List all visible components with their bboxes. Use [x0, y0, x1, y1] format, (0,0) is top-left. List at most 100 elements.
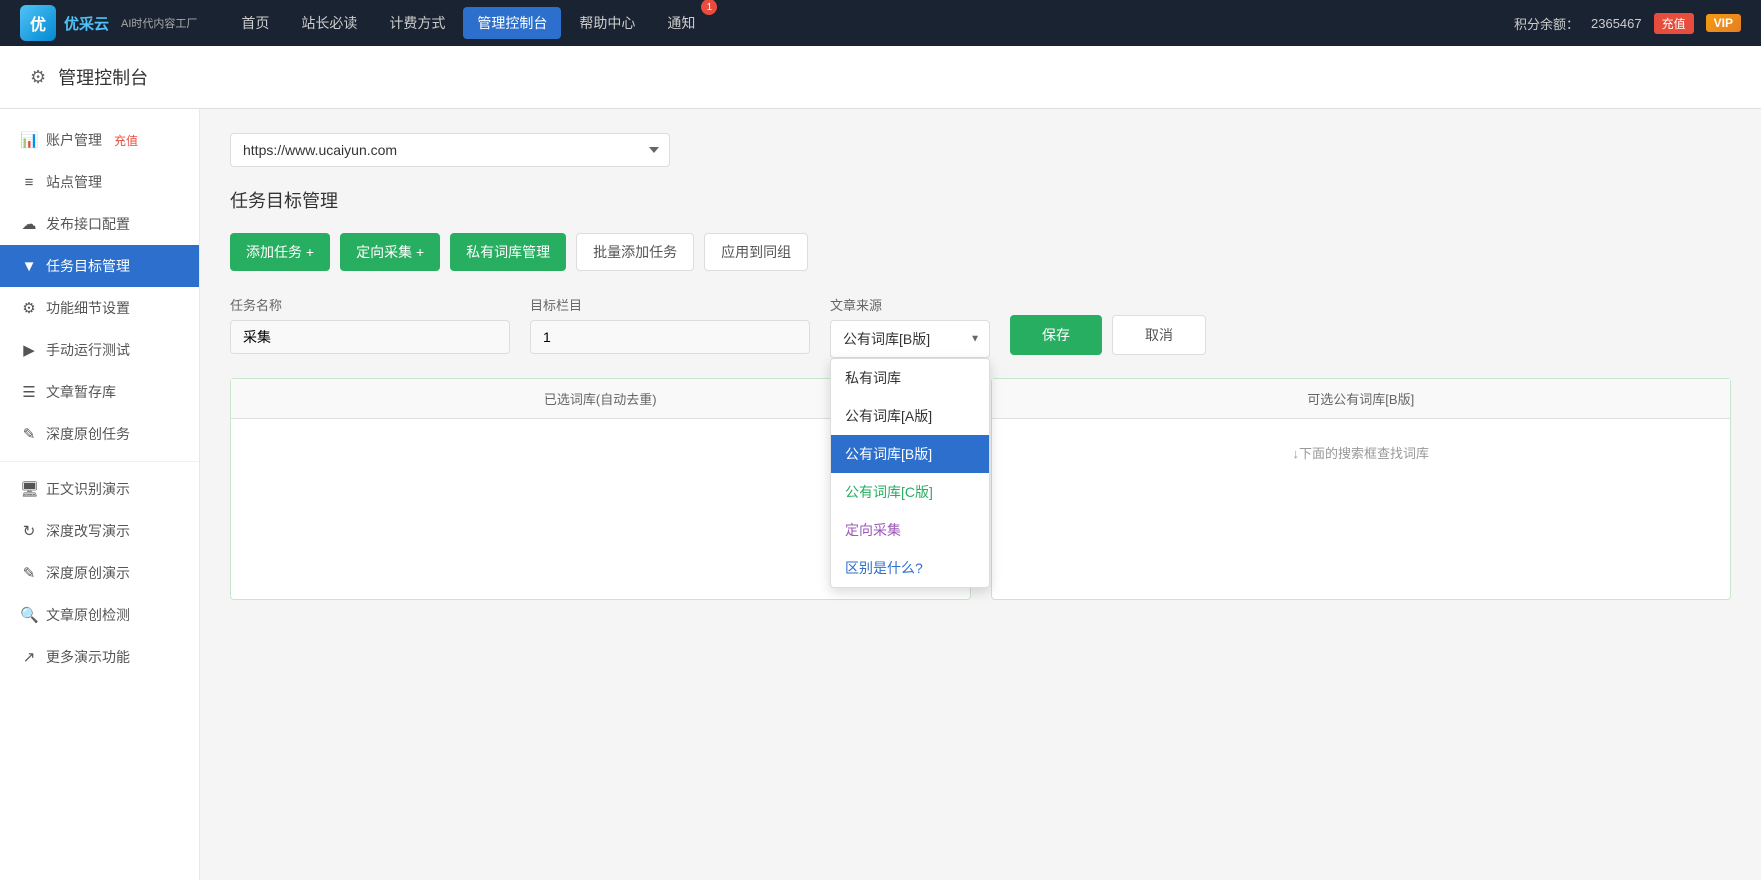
- source-option-private[interactable]: 私有词库: [831, 359, 989, 397]
- sidebar-label-publish: 发布接口配置: [46, 214, 130, 234]
- task-name-group: 任务名称: [230, 295, 510, 354]
- task-name-input[interactable]: [230, 320, 510, 354]
- arrow-icon: ↗: [20, 648, 38, 666]
- sidebar-label-check: 文章原创检测: [46, 605, 130, 625]
- section-title: 任务目标管理: [230, 187, 1731, 213]
- sidebar-label-more: 更多演示功能: [46, 647, 130, 667]
- sidebar-item-ocr[interactable]: 🖥 正文识别演示: [0, 468, 199, 510]
- sidebar-label-rewrite: 深度改写演示: [46, 521, 130, 541]
- source-select-value: 公有词库[B版]: [843, 331, 930, 347]
- nav-control[interactable]: 管理控制台: [463, 7, 561, 39]
- edit-icon: ✎: [20, 425, 38, 443]
- sidebar-item-drafts[interactable]: ☰ 文章暂存库: [0, 371, 199, 413]
- chart-icon: 📊: [20, 131, 38, 149]
- form-row: 任务名称 目标栏目 文章来源 公有词库[B版] ▼ 私有词库 公有词库[A版]: [230, 295, 1731, 358]
- sidebar-label-account: 账户管理: [46, 130, 102, 150]
- add-task-button[interactable]: 添加任务 +: [230, 233, 330, 271]
- right-panel-body: ↓下面的搜索框查找词库: [992, 419, 1731, 599]
- right-panel: 可选公有词库[B版] ↓下面的搜索框查找词库: [991, 378, 1732, 600]
- sidebar-item-account[interactable]: 📊 账户管理 充值: [0, 119, 199, 161]
- sidebar-item-check[interactable]: 🔍 文章原创检测: [0, 594, 199, 636]
- source-option-diff[interactable]: 区别是什么?: [831, 549, 989, 587]
- site-select[interactable]: https://www.ucaiyun.com: [230, 133, 670, 167]
- source-option-public-b[interactable]: 公有词库[B版]: [831, 435, 989, 473]
- sidebar-label-drafts: 文章暂存库: [46, 382, 116, 402]
- nav-notify-label: 通知: [667, 15, 695, 31]
- nav-pricing[interactable]: 计费方式: [375, 7, 459, 39]
- source-option-public-a[interactable]: 公有词库[A版]: [831, 397, 989, 435]
- sidebar-label-manual: 手动运行测试: [46, 340, 130, 360]
- save-button[interactable]: 保存: [1010, 315, 1102, 355]
- sidebar-label-original-task: 深度原创任务: [46, 424, 130, 444]
- sidebar-item-task[interactable]: ▼ 任务目标管理: [0, 245, 199, 287]
- points-value: 2365467: [1591, 16, 1642, 31]
- nav-help[interactable]: 帮助中心: [565, 7, 649, 39]
- sidebar-label-task: 任务目标管理: [46, 256, 130, 276]
- points-label: 积分余额：: [1514, 14, 1579, 33]
- nav-must-read[interactable]: 站长必读: [287, 7, 371, 39]
- sidebar-item-more[interactable]: ↗ 更多演示功能: [0, 636, 199, 678]
- filter-icon: ▼: [20, 258, 38, 275]
- page-title: 管理控制台: [58, 64, 148, 90]
- sidebar-item-original-task[interactable]: ✎ 深度原创任务: [0, 413, 199, 455]
- source-option-public-c[interactable]: 公有词库[C版]: [831, 473, 989, 511]
- sidebar-divider: [0, 461, 199, 462]
- source-option-directed[interactable]: 定向采集: [831, 511, 989, 549]
- action-buttons: 添加任务 + 定向采集 + 私有词库管理 批量添加任务 应用到同组: [230, 233, 1731, 271]
- nav-notify[interactable]: 通知 1: [653, 7, 709, 39]
- settings-icon: ⚙: [30, 67, 46, 88]
- content-wrapper: 📊 账户管理 充值 ≡ 站点管理 ☁ 发布接口配置 ▼ 任务目标管理 ⚙ 功能细…: [0, 109, 1761, 880]
- sidebar: 📊 账户管理 充值 ≡ 站点管理 ☁ 发布接口配置 ▼ 任务目标管理 ⚙ 功能细…: [0, 109, 200, 880]
- batch-add-button[interactable]: 批量添加任务: [576, 233, 694, 271]
- pen-icon: ✎: [20, 564, 38, 582]
- right-panel-hint: ↓下面的搜索框查找词库: [1006, 433, 1717, 462]
- sidebar-item-rewrite[interactable]: ↻ 深度改写演示: [0, 510, 199, 552]
- site-selector: https://www.ucaiyun.com: [230, 133, 1731, 167]
- nav-right: 积分余额： 2365467 充值 VIP: [1514, 13, 1741, 34]
- sidebar-label-settings: 功能细节设置: [46, 298, 130, 318]
- search-icon: 🔍: [20, 606, 38, 624]
- monitor-icon: 🖥: [20, 480, 38, 498]
- gear-sidebar-icon: ⚙: [20, 299, 38, 317]
- main-content: https://www.ucaiyun.com 任务目标管理 添加任务 + 定向…: [200, 109, 1761, 880]
- play-icon: ▶: [20, 341, 38, 359]
- cloud-icon: ☁: [20, 215, 38, 233]
- list-icon: ≡: [20, 174, 38, 191]
- form-actions-group: 保存 取消: [1010, 295, 1206, 355]
- source-group: 文章来源 公有词库[B版] ▼ 私有词库 公有词库[A版] 公有词库[B版] 公…: [830, 295, 990, 358]
- source-dropdown: 私有词库 公有词库[A版] 公有词库[B版] 公有词库[C版] 定向采集 区别是…: [830, 358, 990, 588]
- sidebar-label-ocr: 正文识别演示: [46, 479, 130, 499]
- top-navigation: 优 优采云 AI时代内容工厂 首页 站长必读 计费方式 管理控制台 帮助中心 通…: [0, 0, 1761, 46]
- sidebar-item-original-demo[interactable]: ✎ 深度原创演示: [0, 552, 199, 594]
- source-label: 文章来源: [830, 295, 990, 314]
- sidebar-item-site[interactable]: ≡ 站点管理: [0, 161, 199, 203]
- refresh-icon: ↻: [20, 522, 38, 540]
- sidebar-recharge-link[interactable]: 充值: [114, 132, 138, 149]
- source-select-display[interactable]: 公有词库[B版]: [830, 320, 990, 358]
- logo-subtitle: AI时代内容工厂: [121, 15, 197, 31]
- private-lib-button[interactable]: 私有词库管理: [450, 233, 566, 271]
- nav-items: 首页 站长必读 计费方式 管理控制台 帮助中心 通知 1: [227, 7, 1514, 39]
- nav-home[interactable]: 首页: [227, 7, 283, 39]
- apply-group-button[interactable]: 应用到同组: [704, 233, 808, 271]
- sidebar-label-original-demo: 深度原创演示: [46, 563, 130, 583]
- top-recharge-button[interactable]: 充值: [1654, 13, 1694, 34]
- logo[interactable]: 优 优采云 AI时代内容工厂: [20, 5, 197, 41]
- cancel-button[interactable]: 取消: [1112, 315, 1206, 355]
- vip-badge: VIP: [1706, 14, 1741, 32]
- sidebar-item-manual[interactable]: ▶ 手动运行测试: [0, 329, 199, 371]
- logo-icon: 优: [20, 5, 56, 41]
- target-col-input[interactable]: [530, 320, 810, 354]
- task-name-label: 任务名称: [230, 295, 510, 314]
- page-header: ⚙ 管理控制台: [0, 46, 1761, 109]
- source-select-wrapper: 公有词库[B版] ▼ 私有词库 公有词库[A版] 公有词库[B版] 公有词库[C…: [830, 320, 990, 358]
- target-col-group: 目标栏目: [530, 295, 810, 354]
- logo-name: 优采云: [64, 13, 109, 34]
- right-panel-header: 可选公有词库[B版]: [992, 379, 1731, 419]
- sidebar-label-site: 站点管理: [46, 172, 102, 192]
- sidebar-item-publish[interactable]: ☁ 发布接口配置: [0, 203, 199, 245]
- sidebar-item-settings[interactable]: ⚙ 功能细节设置: [0, 287, 199, 329]
- target-col-label: 目标栏目: [530, 295, 810, 314]
- notification-badge: 1: [701, 0, 717, 15]
- directed-collect-button[interactable]: 定向采集 +: [340, 233, 440, 271]
